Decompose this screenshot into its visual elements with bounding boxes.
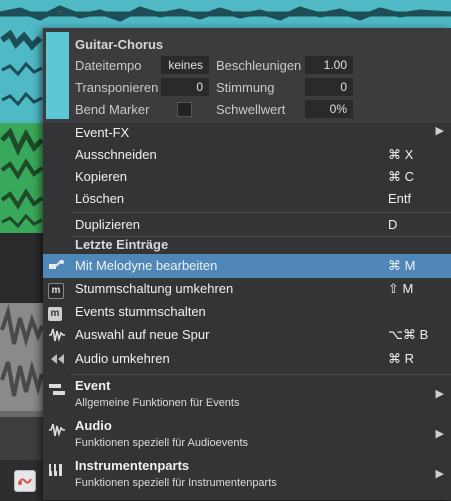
menu-item-label: Duplizieren xyxy=(75,217,141,232)
audio-icon xyxy=(48,423,66,437)
submenu-arrow-icon: ▶ xyxy=(435,388,444,400)
speedup-field[interactable]: 1.00 xyxy=(305,56,353,74)
menu-item-reverse-audio[interactable]: Audio umkehren ⌘ R xyxy=(43,348,451,370)
menu-item-shortcut: ⌘ R xyxy=(388,351,414,366)
instrument-icon xyxy=(48,463,66,477)
reverse-icon xyxy=(48,351,64,367)
menu-item-invert-mute[interactable]: m Stummschaltung umkehren ⇧ M xyxy=(43,278,451,300)
menu-item-label: Event-FX xyxy=(75,125,130,140)
waveform-icon xyxy=(48,327,65,343)
menu-item-shortcut: ⌥⌘ B xyxy=(388,327,429,342)
menu-item-cut[interactable]: Ausschneiden ⌘ X xyxy=(43,144,451,166)
menu-item-label: Ausschneiden xyxy=(75,147,157,162)
submenu-description: Funktionen speziell für Instrumentenpart… xyxy=(75,477,277,489)
submenu-title: Instrumentenparts xyxy=(75,458,190,473)
event-info-header: Guitar-Chorus Dateitempo keines Beschleu… xyxy=(43,28,451,123)
submenu-event[interactable]: Event Allgemeine Funktionen für Events ▶ xyxy=(43,377,451,415)
transpose-field[interactable]: 0 xyxy=(161,78,209,96)
menu-item-label: Auswahl auf neue Spur xyxy=(75,327,210,342)
menu-item-shortcut: ⌘ C xyxy=(388,169,414,184)
menu-item-selection-new-track[interactable]: Auswahl auf neue Spur ⌥⌘ B xyxy=(43,324,451,346)
event-icon xyxy=(48,383,66,397)
mute-invert-icon: m xyxy=(48,281,64,299)
menu-item-label: Kopieren xyxy=(75,169,128,184)
speedup-label: Beschleunigen xyxy=(216,58,302,73)
menu-item-mute-events[interactable]: m Events stummschalten xyxy=(43,301,451,323)
submenu-arrow-icon: ▶ xyxy=(435,468,444,480)
event-title: Guitar-Chorus xyxy=(75,37,164,52)
threshold-field[interactable]: 0% xyxy=(305,100,353,118)
submenu-audio[interactable]: Audio Funktionen speziell für Audioevent… xyxy=(43,417,451,455)
menu-item-label: Stummschaltung umkehren xyxy=(75,281,234,296)
menu-item-edit-melodyne[interactable]: Mit Melodyne bearbeiten ⌘ M xyxy=(43,254,451,278)
submenu-title: Event xyxy=(75,378,111,393)
menu-item-label: Events stummschalten xyxy=(75,304,206,319)
menu-item-shortcut: ⌘ M xyxy=(388,258,416,273)
event-color-swatch xyxy=(46,32,69,119)
menu-item-label: Audio umkehren xyxy=(75,351,170,366)
bend-marker-checkbox[interactable] xyxy=(177,102,192,117)
event-context-menu: Guitar-Chorus Dateitempo keines Beschleu… xyxy=(43,28,451,500)
menu-separator xyxy=(71,374,451,375)
menu-item-shortcut: D xyxy=(388,217,398,232)
menu-item-delete[interactable]: Löschen Entf xyxy=(43,188,451,210)
melodyne-app-icon[interactable] xyxy=(14,470,36,492)
menu-item-shortcut: ⌘ X xyxy=(388,147,414,162)
submenu-description: Funktionen speziell für Audioevents xyxy=(75,437,249,449)
file-tempo-field[interactable]: keines xyxy=(161,56,209,74)
tuning-field[interactable]: 0 xyxy=(305,78,353,96)
menu-item-duplicate[interactable]: Duplizieren D xyxy=(43,214,451,236)
file-tempo-label: Dateitempo xyxy=(75,58,142,73)
menu-item-label: Mit Melodyne bearbeiten xyxy=(75,258,218,273)
menu-item-event-fx[interactable]: Event-FX ▶ xyxy=(43,122,451,144)
mute-icon: m xyxy=(48,304,64,321)
menu-item-copy[interactable]: Kopieren ⌘ C xyxy=(43,166,451,188)
menu-item-shortcut: ⇧ M xyxy=(388,281,414,296)
submenu-title: Audio xyxy=(75,418,112,433)
melodyne-icon xyxy=(48,257,64,273)
bend-marker-label: Bend Marker xyxy=(75,102,150,117)
submenu-arrow-icon: ▶ xyxy=(435,125,444,137)
submenu-instrument-parts[interactable]: Instrumentenparts Funktionen speziell fü… xyxy=(43,457,451,495)
menu-item-shortcut: Entf xyxy=(388,191,412,206)
threshold-label: Schwellwert xyxy=(216,102,286,117)
recent-section-title: Letzte Einträge xyxy=(75,237,169,252)
submenu-arrow-icon: ▶ xyxy=(435,428,444,440)
tuning-label: Stimmung xyxy=(216,80,275,95)
transpose-label: Transponieren xyxy=(75,80,159,95)
menu-item-label: Löschen xyxy=(75,191,125,206)
submenu-description: Allgemeine Funktionen für Events xyxy=(75,397,240,409)
menu-separator xyxy=(71,212,451,213)
